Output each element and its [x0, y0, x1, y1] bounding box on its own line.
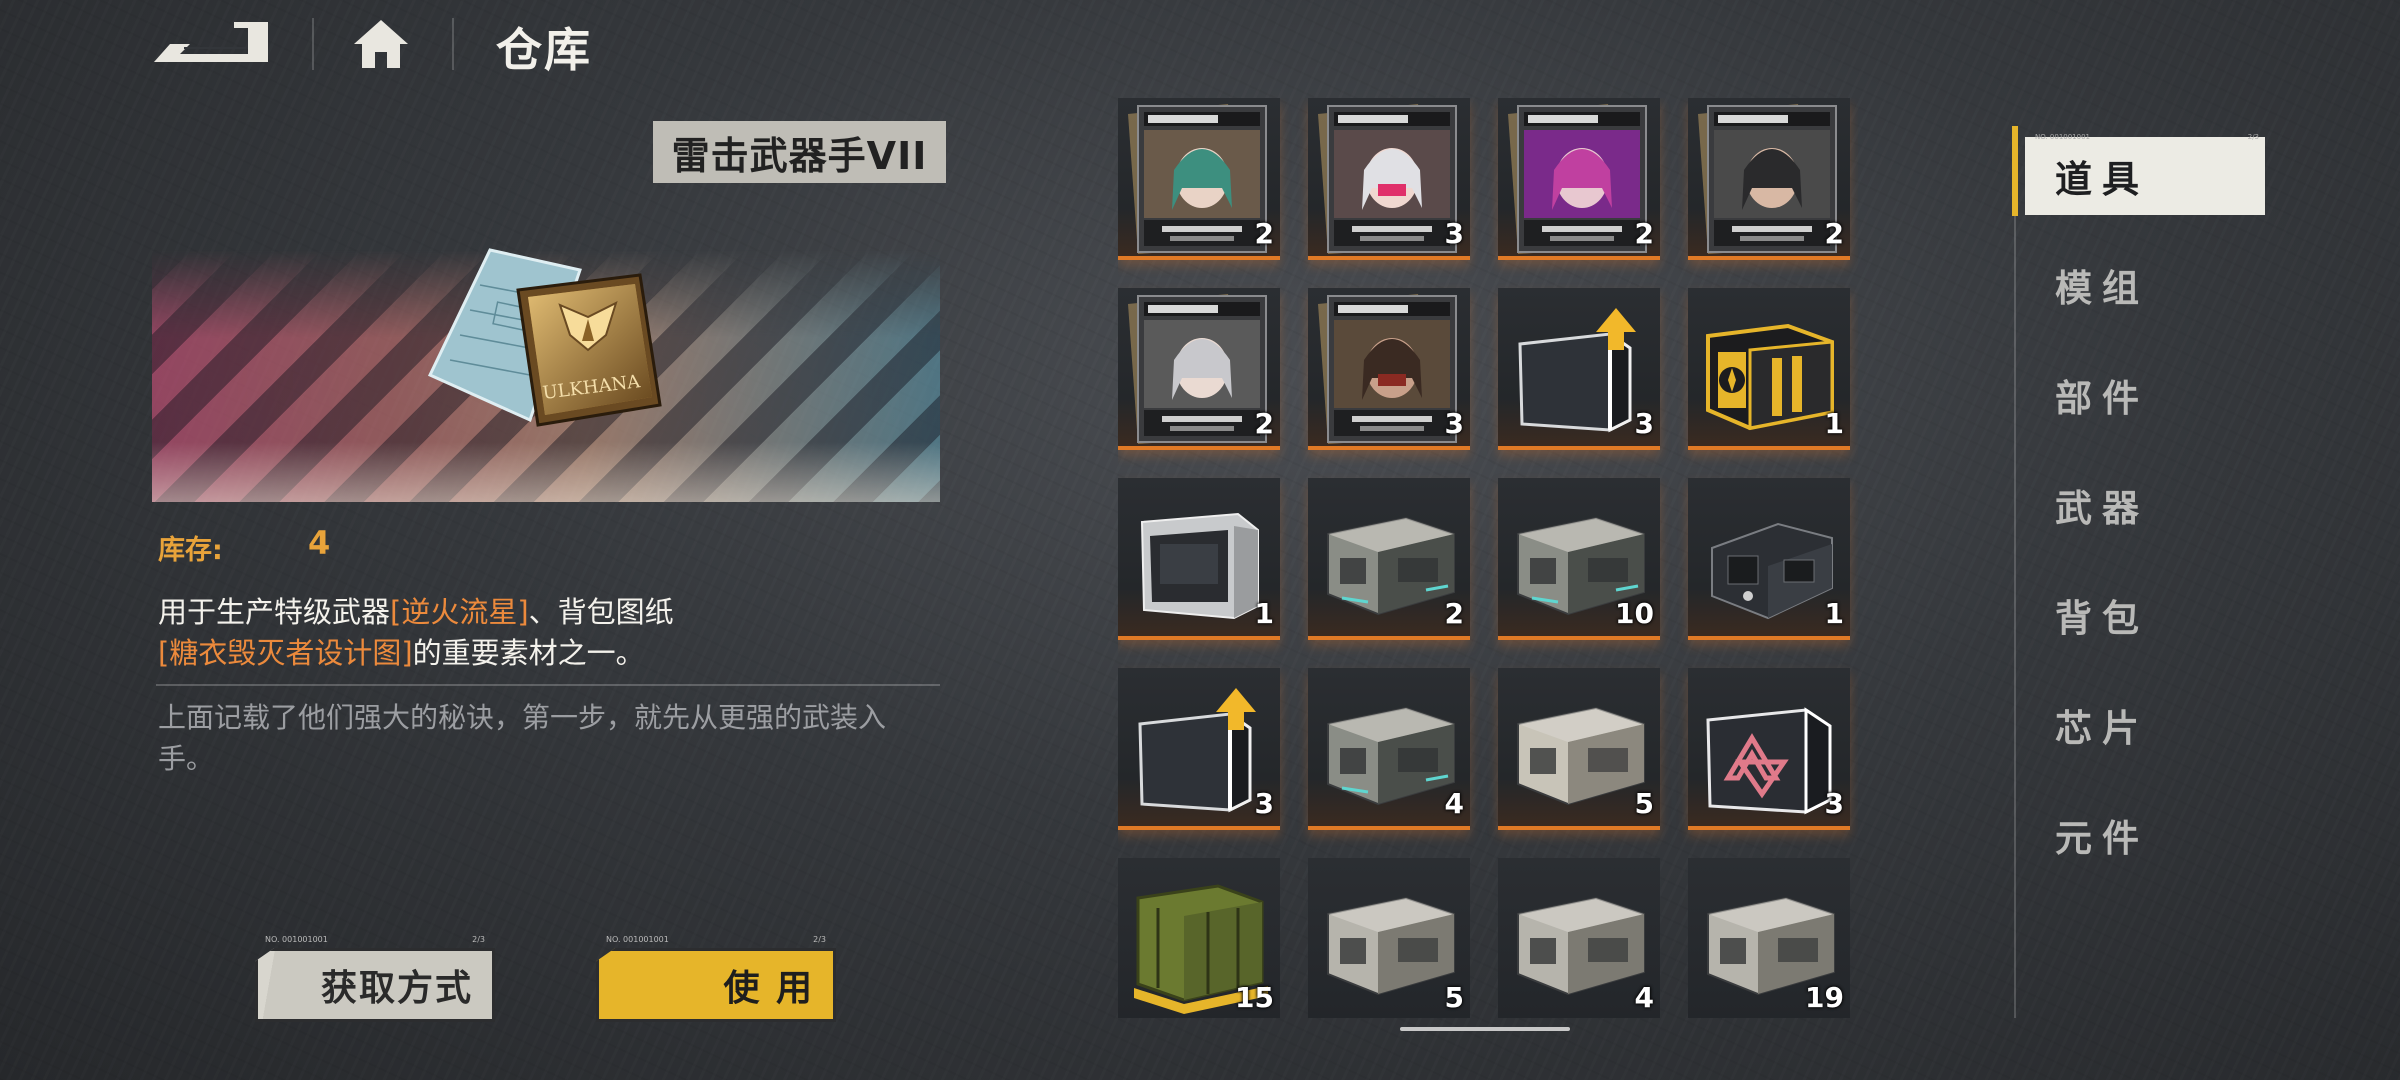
item-count: 2	[1634, 217, 1654, 250]
item-count: 2	[1254, 217, 1274, 250]
inventory-item[interactable]: 1	[1688, 478, 1850, 640]
home-button[interactable]	[350, 16, 412, 72]
topbar-divider	[312, 18, 314, 70]
tab-0[interactable]: NO. 001001001 2/3 道具	[2025, 133, 2265, 215]
tab-4[interactable]: 背包	[2025, 576, 2265, 654]
item-count: 2	[1254, 407, 1274, 440]
item-description: 用于生产特级武器[逆火流星]、背包图纸 [糖衣毁灭者设计图]的重要素材之一。	[158, 595, 674, 670]
inventory-item[interactable]: 2	[1308, 478, 1470, 640]
item-count: 5	[1634, 787, 1654, 820]
tab-label: 背包	[2055, 597, 2149, 640]
item-count: 3	[1254, 787, 1274, 820]
inventory-grid[interactable]: 2 3 2 2 2 3 3 1 1 2 10 1 3 4 5 3 15 5 4 …	[1118, 98, 1858, 1018]
item-count: 3	[1444, 217, 1464, 250]
back-button[interactable]	[150, 18, 272, 68]
tab-3[interactable]: 武器	[2025, 466, 2265, 544]
item-count: 19	[1805, 981, 1844, 1014]
tab-label: 芯片	[2055, 707, 2149, 750]
scroll-indicator[interactable]	[1400, 1027, 1570, 1031]
description-divider	[156, 684, 940, 686]
home-icon	[354, 20, 408, 68]
weapon-link[interactable]: [逆火流星]	[390, 595, 529, 629]
tab-2[interactable]: 部件	[2025, 356, 2265, 434]
item-count: 5	[1444, 981, 1464, 1014]
item-name: 雷击武器手VII	[653, 121, 946, 183]
inventory-item[interactable]: 19	[1688, 858, 1850, 1018]
stock-value: 4	[308, 524, 331, 562]
item-count: 1	[1824, 407, 1844, 440]
item-count: 15	[1235, 981, 1274, 1014]
blueprint-book-icon: ULKHANA	[427, 248, 662, 427]
tabs-divider	[2014, 128, 2016, 1018]
inventory-item[interactable]: 3	[1308, 98, 1470, 260]
item-lore: 上面记载了他们强大的秘诀，第一步，就先从更强的武装入手。	[158, 701, 887, 775]
active-tab-marker	[2012, 126, 2018, 216]
inventory-item[interactable]: 4	[1498, 858, 1660, 1018]
inventory-item[interactable]: 2	[1688, 98, 1850, 260]
inventory-item[interactable]: 4	[1308, 668, 1470, 830]
inventory-item[interactable]: 2	[1118, 98, 1280, 260]
back-arrow-icon	[154, 22, 268, 62]
inventory-item[interactable]: 1	[1688, 288, 1850, 450]
item-count: 1	[1254, 597, 1274, 630]
item-count: 3	[1634, 407, 1654, 440]
inventory-item[interactable]: 5	[1308, 858, 1470, 1018]
item-count: 10	[1615, 597, 1654, 630]
tab-5[interactable]: 芯片	[2025, 686, 2265, 764]
blueprint-link[interactable]: [糖衣毁灭者设计图]	[158, 636, 413, 670]
tab-label: 武器	[2055, 487, 2149, 530]
top-bar: 仓库	[0, 0, 900, 90]
inventory-item[interactable]: 15	[1118, 858, 1280, 1018]
inventory-item[interactable]: 10	[1498, 478, 1660, 640]
inventory-item[interactable]: 3	[1498, 288, 1660, 450]
acquire-method-button[interactable]: NO. 001001001 2/3 获取方式	[255, 932, 495, 1022]
tab-1[interactable]: 模组	[2025, 246, 2265, 324]
use-button[interactable]: NO. 001001001 2/3 使 用	[596, 932, 836, 1022]
item-count: 4	[1634, 981, 1654, 1014]
item-count: 4	[1444, 787, 1464, 820]
inventory-item[interactable]: 3	[1118, 668, 1280, 830]
item-count: 2	[1824, 217, 1844, 250]
inventory-item[interactable]: 1	[1118, 478, 1280, 640]
inventory-item[interactable]: 5	[1498, 668, 1660, 830]
tab-6[interactable]: 元件	[2025, 796, 2265, 874]
inventory-item[interactable]: 2	[1118, 288, 1280, 450]
item-count: 3	[1824, 787, 1844, 820]
use-label: 使 用	[596, 948, 836, 1022]
inventory-item[interactable]: 2	[1498, 98, 1660, 260]
stock-label: 库存:	[158, 535, 223, 566]
tab-label: 元件	[2055, 817, 2149, 860]
inventory-item[interactable]: 3	[1308, 288, 1470, 450]
item-count: 1	[1824, 597, 1844, 630]
tab-label: 部件	[2055, 377, 2149, 420]
item-count: 3	[1444, 407, 1464, 440]
tab-label: 模组	[2055, 267, 2149, 310]
page-title: 仓库	[496, 23, 592, 77]
inventory-item[interactable]: 3	[1688, 668, 1850, 830]
tab-label: 道具	[2055, 158, 2149, 201]
acquire-method-label: 获取方式	[255, 948, 495, 1022]
item-count: 2	[1444, 597, 1464, 630]
topbar-divider	[452, 18, 454, 70]
